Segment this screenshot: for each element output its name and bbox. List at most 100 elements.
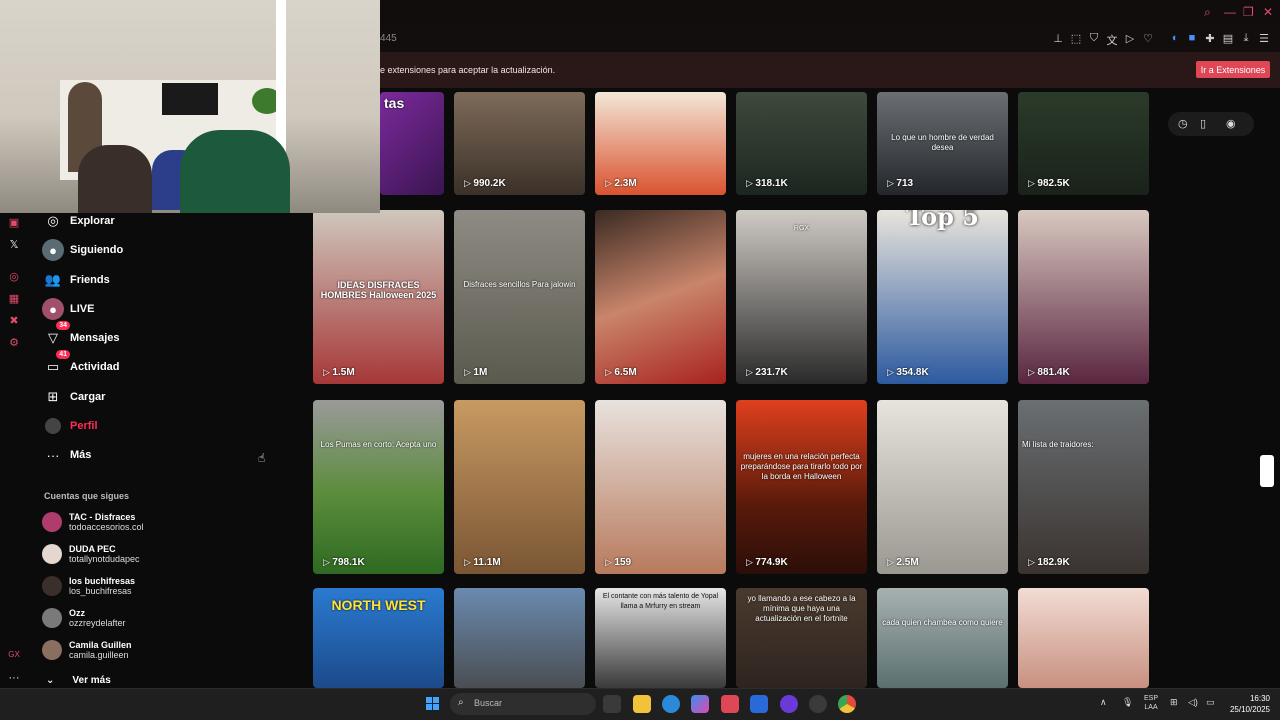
video-tile[interactable]: Lo que un hombre de verdad desea 713 (877, 92, 1008, 195)
gx-icon[interactable]: GX (7, 650, 21, 664)
edge-icon[interactable] (662, 695, 680, 713)
following-account[interactable]: los buchifresas los_buchifresas (42, 572, 135, 600)
video-tile[interactable]: RGX 231.7K (736, 210, 867, 384)
video-tile[interactable]: 2.3M (595, 92, 726, 195)
clock[interactable]: 16:30 25/10/2025 (1222, 693, 1270, 715)
view-count: 713 (887, 178, 913, 189)
copilot-icon[interactable] (691, 695, 709, 713)
nav-cargar[interactable]: ⊞ Cargar (42, 385, 106, 409)
upload-icon: ⊞ (47, 389, 59, 404)
video-tile[interactable]: Mi lista de traidores: 182.9K (1018, 400, 1149, 574)
video-tile[interactable]: Disfraces sencillos Para jalowin 1M (454, 210, 585, 384)
more-dots-icon[interactable]: ··· (7, 672, 21, 686)
extension-blue-icon[interactable]: ■ (1186, 32, 1198, 44)
chrome-icon[interactable] (838, 695, 856, 713)
circle-icon[interactable]: ◎ (7, 270, 21, 284)
nav-mensajes[interactable]: ▽ 34 Mensajes (42, 321, 120, 350)
windows-start-icon[interactable] (426, 697, 440, 711)
video-tile[interactable]: 990.2K (454, 92, 585, 195)
video-tile[interactable]: 881.4K (1018, 210, 1149, 384)
minimize-icon[interactable]: — (1224, 5, 1236, 19)
video-tile[interactable]: yo llamando a ese cabezo a la mínima que… (736, 588, 867, 688)
taskbar-search-placeholder: Buscar (474, 698, 503, 708)
account-name: Ozz (69, 608, 86, 618)
opera-gx-icon[interactable] (721, 695, 739, 713)
video-tile[interactable]: 159 (595, 400, 726, 574)
nav-label: Actividad (70, 361, 120, 373)
phone-icon[interactable]: ▯ (1200, 117, 1206, 130)
battery-icon[interactable]: ▭ (1206, 697, 1215, 708)
file-explorer-icon[interactable] (633, 695, 651, 713)
menu-icon[interactable]: ☰ (1258, 32, 1270, 45)
mic-icon[interactable]: 🎙 (1122, 697, 1133, 708)
view-count: 798.1K (323, 557, 364, 568)
sound-icon[interactable]: ◖ (1168, 32, 1180, 44)
video-tile[interactable]: El contante con más talento de Yopal lla… (595, 588, 726, 688)
taskbar-search[interactable] (450, 693, 596, 715)
video-tile[interactable]: 2.5M (877, 400, 1008, 574)
nav-live[interactable]: ● LIVE (42, 297, 94, 321)
grid-icon[interactable]: ▦ (7, 292, 21, 306)
video-tile[interactable]: 318.1K (736, 92, 867, 195)
video-tile[interactable]: IDEAS DISFRACES HOMBRES Halloween 2025 1… (313, 210, 444, 384)
language-indicator[interactable]: ESP LAA (1144, 694, 1158, 712)
account-name: DUDA PEC (69, 544, 116, 554)
avatar-icon[interactable]: ◉ (1226, 117, 1236, 130)
account-handle: los_buchifresas (69, 586, 132, 596)
video-tile[interactable]: cada quien chambea como quiere (877, 588, 1008, 688)
following-account[interactable]: Camila Guillen camila.guilleen (42, 636, 132, 664)
video-tile[interactable]: 982.5K (1018, 92, 1149, 195)
steam-icon[interactable] (809, 695, 827, 713)
translate-icon[interactable]: 文 (1106, 32, 1118, 48)
shuffle-icon[interactable]: ✖ (7, 314, 21, 328)
following-account[interactable]: DUDA PEC totallynotdudapec (42, 540, 140, 568)
account-handle: ozzreydelafter (69, 618, 126, 628)
task-view-icon[interactable] (603, 695, 621, 713)
nav-actividad[interactable]: ▭ 41 Actividad (42, 350, 120, 379)
sidebar-icon[interactable]: ▤ (1222, 32, 1234, 45)
nav-perfil[interactable]: Perfil (42, 414, 98, 438)
avatar (42, 544, 62, 564)
following-account[interactable]: Ozz ozzreydelafter (42, 604, 126, 632)
search-icon: ⌕ (458, 697, 464, 708)
volume-icon[interactable]: ◁) (1188, 697, 1198, 708)
tray-chevron-icon[interactable]: ∧ (1100, 697, 1107, 708)
heart-icon[interactable]: ♡ (1142, 32, 1154, 45)
video-tile[interactable]: Top 5 354.8K (877, 210, 1008, 384)
nav-label: Explorar (70, 215, 115, 227)
video-tile[interactable]: NORTH WEST (313, 588, 444, 688)
app-icon[interactable]: ⚙ (7, 336, 21, 350)
video-tile[interactable]: 11.1M (454, 400, 585, 574)
restore-icon[interactable]: ❐ (1243, 5, 1254, 19)
video-tile[interactable] (1018, 588, 1149, 688)
video-tile[interactable] (454, 588, 585, 688)
compass-icon: ◎ (47, 213, 59, 228)
play-icon[interactable]: ▷ (1124, 32, 1136, 45)
see-more-button[interactable]: ⌄ Ver más (46, 675, 111, 686)
shield-icon[interactable]: ⛉ (1088, 32, 1100, 45)
nav-mas[interactable]: ··· Más (42, 443, 92, 467)
side-scroll-handle[interactable] (1260, 455, 1274, 487)
puzzle-icon[interactable]: ✚ (1204, 32, 1216, 45)
download-icon[interactable]: ⤓ (1240, 32, 1252, 45)
speed-icon[interactable]: ◷ (1178, 117, 1188, 130)
nav-siguiendo[interactable]: ● Siguiendo (42, 238, 123, 262)
screenshot-icon[interactable]: ⬚ (1070, 32, 1082, 45)
pin-icon[interactable]: ⊥ (1052, 32, 1064, 45)
x-icon[interactable]: 𝕏 (7, 238, 21, 252)
close-icon[interactable]: ✕ (1263, 5, 1273, 19)
video-tile[interactable]: tas (380, 92, 444, 195)
video-tile[interactable]: 6.5M (595, 210, 726, 384)
store-icon[interactable] (750, 695, 768, 713)
avatar (42, 608, 62, 628)
search-icon[interactable]: ⌕ (1204, 5, 1211, 20)
following-account[interactable]: TAC - Disfraces todoaccesorios.col (42, 508, 144, 536)
nav-friends[interactable]: 👥 Friends (42, 268, 110, 292)
go-to-extensions-button[interactable]: Ir a Extensiones (1196, 61, 1270, 78)
video-tile[interactable]: Los Pumas en corto: Acepta uno 798.1K (313, 400, 444, 574)
video-tile[interactable]: mujeres en una relación perfecta prepará… (736, 400, 867, 574)
app-icon[interactable] (780, 695, 798, 713)
url-text[interactable]: 445 (380, 33, 397, 44)
network-icon[interactable]: ⊞ (1170, 697, 1178, 708)
twitch-icon[interactable]: ▣ (7, 216, 21, 230)
